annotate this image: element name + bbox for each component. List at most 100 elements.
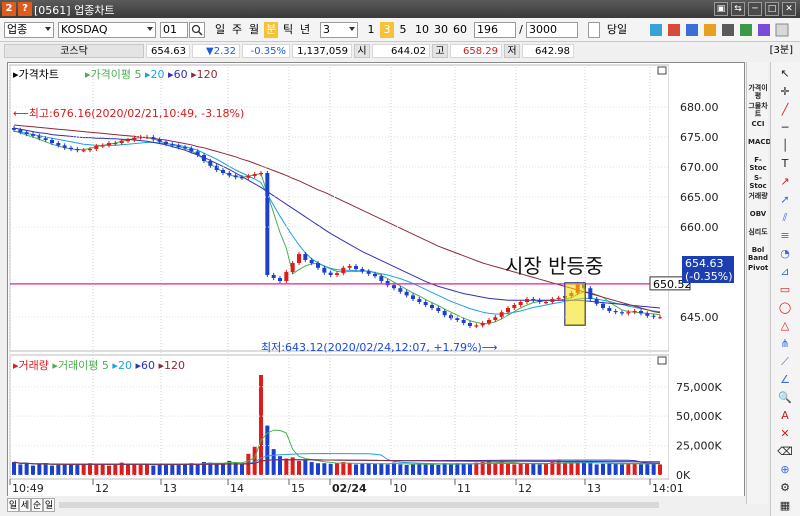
bottom-tab-1[interactable]: 세 [19, 498, 31, 512]
crosshair-icon[interactable]: ✛ [776, 84, 794, 100]
indicator-6[interactable]: 거래량 [748, 192, 768, 200]
help-icon[interactable]: ? [18, 2, 32, 16]
volume-bar [601, 463, 605, 475]
period-minute-button[interactable]: 분 [264, 22, 278, 38]
pitchfork-icon[interactable]: ⋔ [776, 336, 794, 352]
indicator-4[interactable]: F-Stoc [748, 156, 768, 172]
angle-icon[interactable]: ∠ [776, 372, 794, 388]
volume-bar [309, 462, 314, 475]
candle-body [208, 161, 213, 166]
volume-panel-maximize-icon[interactable] [657, 356, 667, 365]
rect-icon[interactable]: ▭ [776, 282, 794, 298]
gann-icon[interactable]: ⊿ [776, 264, 794, 280]
eraser-icon[interactable]: ⌫ [776, 444, 794, 460]
fib-icon[interactable]: ≡ [776, 228, 794, 244]
minute-3-button[interactable]: 3 [380, 22, 394, 38]
line-icon[interactable]: ╱ [776, 102, 794, 118]
panel-maximize-icon[interactable] [657, 66, 667, 75]
minute-5-button[interactable]: 5 [396, 22, 410, 38]
candle-body [506, 308, 510, 313]
grid-icon[interactable]: ▦ [776, 498, 794, 514]
change-value: ▼2.32 [192, 44, 240, 58]
indicator-0[interactable]: 가격이평 [748, 84, 768, 100]
link-icon[interactable]: ⇆ [731, 2, 745, 16]
indicator-10[interactable]: Pivot [748, 264, 768, 272]
minute-10-button[interactable]: 10 [413, 22, 431, 38]
sector-type-select[interactable]: 업종 [4, 22, 54, 38]
x-tick-label: 14 [230, 482, 244, 495]
indicator-7[interactable]: OBV [748, 210, 768, 218]
ray-icon[interactable]: ↗ [776, 174, 794, 190]
today-checkbox[interactable] [588, 22, 600, 38]
auto-icon[interactable]: A [776, 408, 794, 424]
save-icon [686, 24, 698, 36]
period-value-select[interactable]: 3 [320, 22, 358, 38]
volume-bar [569, 463, 574, 475]
candle-body [385, 281, 390, 286]
volume-bar [525, 463, 529, 475]
candle-body [392, 285, 396, 289]
period-week-button[interactable]: 주 [230, 22, 244, 38]
cursor-icon[interactable]: ↖ [776, 66, 794, 82]
indicator-8[interactable]: 심리도 [748, 228, 768, 236]
price-volume-chart[interactable]: 650.52 654.63 (-0.35%) 시장 반등중 ⟵최고:676.16… [8, 63, 744, 503]
period-month-button[interactable]: 월 [247, 22, 261, 38]
channel-icon[interactable]: ⫽ [776, 210, 794, 226]
indicator-9[interactable]: Bol Band [748, 246, 768, 262]
legend-vma5: 5 [102, 359, 109, 372]
volume-bar [417, 463, 422, 475]
volume-bar [512, 464, 517, 475]
pin-icon[interactable]: ▣ [714, 2, 728, 16]
code-input[interactable]: 01 [160, 22, 188, 38]
arrow-icon[interactable]: ➚ [776, 192, 794, 208]
ellipse-icon[interactable]: ◯ [776, 300, 794, 316]
candle-body [341, 267, 346, 274]
vline-icon[interactable]: │ [776, 138, 794, 154]
minute-60-button[interactable]: 60 [451, 22, 469, 38]
count-stepper[interactable]: 196 [474, 22, 516, 38]
volume-bar [392, 462, 396, 475]
bottom-tab-0[interactable]: 일 [7, 498, 19, 512]
chart-area[interactable]: 650.52 654.63 (-0.35%) 시장 반등중 ⟵최고:676.16… [7, 62, 745, 504]
candle-body [183, 147, 187, 149]
candle-body [556, 297, 561, 299]
magnet-icon[interactable]: ⊕ [776, 462, 794, 478]
close-icon[interactable]: ✕ [782, 2, 796, 16]
volume-bar [214, 463, 219, 475]
minute-1-button[interactable]: 1 [364, 22, 378, 38]
bottom-tab-3[interactable]: 일 [43, 498, 55, 512]
indicator-5[interactable]: S-Stoc [748, 174, 768, 190]
settings-icon[interactable]: ⚙ [776, 480, 794, 496]
volume-bar [613, 463, 618, 475]
indicator-3[interactable]: MACD [748, 138, 771, 146]
period-tick-button[interactable]: 틱 [281, 22, 295, 38]
bottom-tab-2[interactable]: 순 [31, 498, 43, 512]
candle-body [113, 143, 118, 145]
candle-body [335, 273, 339, 275]
maximize-icon[interactable]: □ [765, 2, 779, 16]
total-stepper[interactable]: 3000 [526, 22, 578, 38]
volume-bar [176, 464, 181, 475]
text-icon[interactable]: T [776, 156, 794, 172]
triangle-icon[interactable]: △ [776, 318, 794, 334]
indicator-2[interactable]: CCI [748, 120, 768, 128]
period-year-button[interactable]: 년 [298, 22, 312, 38]
x-tick-label: 15 [291, 482, 305, 495]
candle-body [632, 311, 637, 313]
delete-icon[interactable]: ✕ [776, 426, 794, 442]
minimize-icon[interactable]: ─ [748, 2, 762, 16]
horizontal-scrollbar[interactable] [59, 502, 659, 508]
search-button[interactable] [189, 22, 205, 38]
legend-price-text: 가격차트 [19, 68, 59, 81]
bottom-bar: 일 세 순 일 [7, 496, 745, 516]
hline-icon[interactable]: ─ [776, 120, 794, 136]
speed-icon[interactable]: ⟋ [776, 354, 794, 370]
indicator-1[interactable]: 그물차트 [748, 102, 768, 118]
market-input[interactable]: KOSDAQ [58, 22, 156, 38]
period-day-button[interactable]: 일 [213, 22, 227, 38]
zoom-icon[interactable]: 🔍 [776, 390, 794, 406]
minute-30-button[interactable]: 30 [432, 22, 450, 38]
cycle-icon[interactable]: ◔ [776, 246, 794, 262]
volume-bar [607, 463, 612, 475]
high-label: 고 [432, 44, 448, 58]
